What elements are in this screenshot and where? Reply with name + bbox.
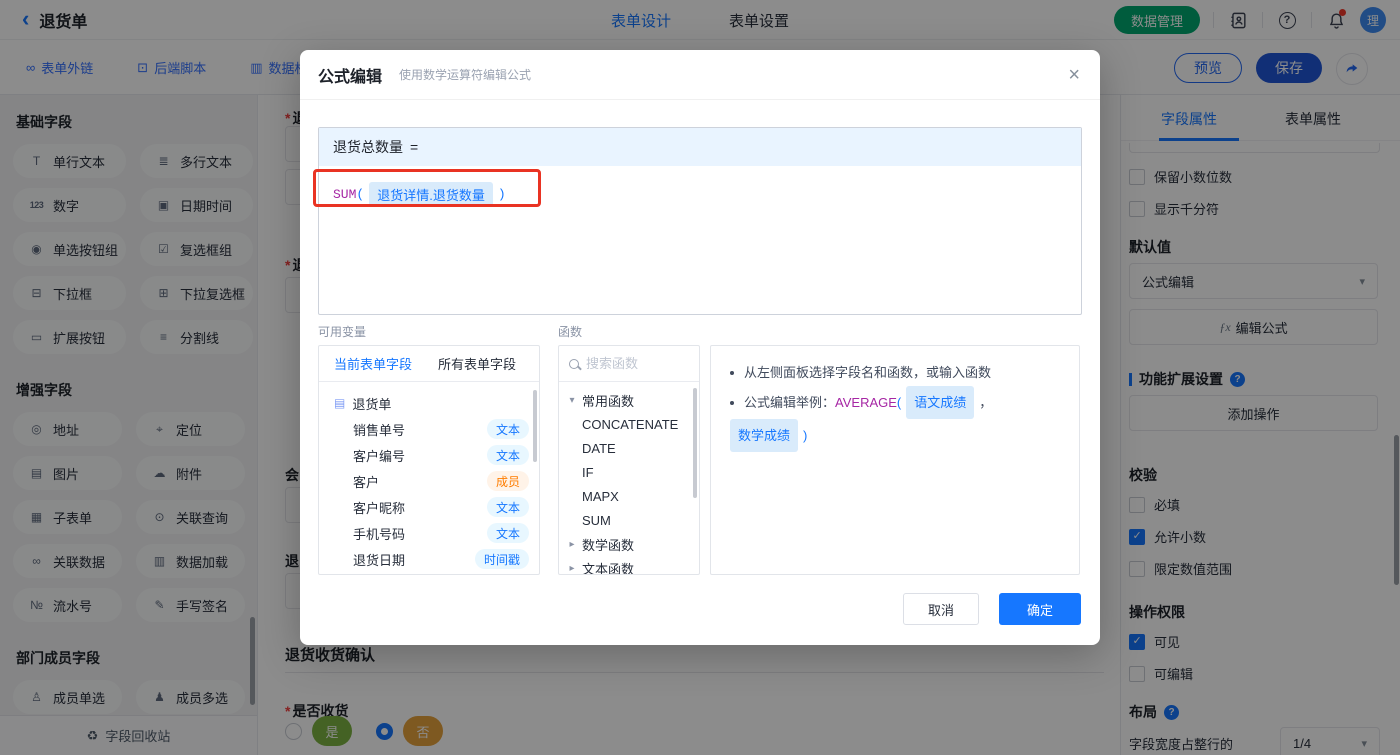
function-group-label: 常用函数 [582, 393, 635, 409]
function-search-input[interactable] [586, 356, 689, 371]
function-item[interactable]: IF [559, 460, 699, 484]
tree-open-icon: ▾ [569, 394, 575, 406]
tab-all-form-fields[interactable]: 所有表单字段 [438, 354, 516, 373]
variables-label: 可用变量 [318, 325, 367, 339]
example-field-token: 语文成绩 [906, 386, 975, 419]
tree-root-form[interactable]: ▤ 退货单 [319, 390, 539, 416]
modal-title: 公式编辑 [318, 68, 383, 86]
tree-closed-icon: ▸ [569, 562, 575, 574]
variable-name: 客户编号 [353, 448, 406, 464]
form-designer-page: ‹ 退货单 表单设计 表单设置 数据管理 ? 理 ∞ 表单外链 ⊡ 后端脚本 ▥… [0, 0, 1400, 755]
variables-scrollbar-thumb[interactable] [533, 390, 537, 462]
function-item[interactable]: MAPX [559, 484, 699, 508]
tip-line-2: 公式编辑举例： AVERAGE ( 语文成绩 ， 数学成绩 ) [725, 386, 1065, 452]
formula-function-name: SUM [333, 187, 357, 202]
tree-root-label: 退货单 [352, 396, 392, 412]
formula-equals: = [410, 139, 419, 155]
search-icon [569, 358, 579, 369]
variable-row[interactable]: 手机号码 文本 [319, 520, 539, 546]
variable-name: 销售单号 [353, 422, 406, 438]
paren-close: ) [497, 187, 506, 202]
confirm-button[interactable]: 确定 [999, 593, 1081, 625]
example-field-token: 数学成绩 [730, 419, 799, 452]
variable-row[interactable]: 客户编号 文本 [319, 442, 539, 468]
function-item[interactable]: DATE [559, 436, 699, 460]
formula-expression[interactable]: SUM ( 退货详情.退货数量 ) [319, 166, 1081, 223]
type-tag: 文本 [486, 497, 529, 517]
function-group-common[interactable]: ▾ 常用函数 [559, 388, 699, 412]
form-doc-icon: ▤ [334, 396, 346, 410]
formula-target: 退货总数量 [333, 139, 403, 155]
functions-tree: ▾ 常用函数 CONCATENATE DATE IF MAPX SUM ▸ 数学函数… [559, 382, 699, 575]
type-tag: 文本 [486, 445, 529, 465]
function-search[interactable] [559, 346, 699, 382]
variable-row[interactable]: 销售单号 文本 [319, 416, 539, 442]
variable-row[interactable]: 退货日期 时间戳 [319, 546, 539, 572]
function-group-label: 文本函数 [582, 561, 635, 575]
tip-text: 公式编辑举例： [744, 395, 836, 410]
formula-field-token[interactable]: 退货详情.退货数量 [369, 182, 493, 207]
type-tag: 时间戳 [474, 549, 529, 569]
functions-scrollbar-thumb[interactable] [693, 388, 697, 498]
close-icon[interactable]: × [1068, 65, 1080, 85]
type-tag: 文本 [486, 419, 529, 439]
function-group-math[interactable]: ▸ 数学函数 [559, 532, 699, 556]
tip-line-1: 从左侧面板选择字段名和函数，或输入函数 [725, 359, 1065, 386]
modal-subtitle: 使用数学运算符编辑公式 [399, 68, 532, 82]
formula-editor-box[interactable]: 退货总数量 = SUM ( 退货详情.退货数量 ) [313, 127, 1082, 315]
example-function-name: AVERAGE [835, 395, 897, 410]
paren-close: ) [803, 428, 808, 443]
function-group-text[interactable]: ▸ 文本函数 [559, 556, 699, 575]
variable-name: 退货日期 [353, 552, 406, 568]
comma: ， [979, 395, 993, 410]
variable-row[interactable]: 客户昵称 文本 [319, 494, 539, 520]
variable-name: 客户 [353, 474, 380, 490]
modal-header: 公式编辑 使用数学运算符编辑公式 × [300, 50, 1100, 100]
formula-target-band: 退货总数量 = [319, 128, 1081, 166]
type-tag: 成员 [486, 471, 529, 491]
variables-tabs: 当前表单字段 所有表单字段 [319, 346, 539, 382]
function-group-label: 数学函数 [582, 537, 635, 553]
bullet-icon [730, 400, 734, 405]
function-item[interactable]: CONCATENATE [559, 412, 699, 436]
paren-open: ( [896, 395, 902, 410]
bullet-icon [730, 370, 734, 375]
formula-editor-modal: 公式编辑 使用数学运算符编辑公式 × 退货总数量 = SUM ( 退货详情.退货… [300, 50, 1100, 645]
paren-open: ( [356, 187, 365, 202]
functions-label: 函数 [558, 325, 583, 339]
variable-row-clipped [319, 572, 539, 574]
tab-current-form-fields[interactable]: 当前表单字段 [334, 354, 412, 373]
function-item[interactable]: SUM [559, 508, 699, 532]
variable-row[interactable]: 客户 成员 [319, 468, 539, 494]
variable-name: 客户昵称 [353, 500, 406, 516]
variable-name: 手机号码 [353, 526, 406, 542]
variables-panel: 当前表单字段 所有表单字段 ▤ 退货单 销售单号 文本 客户编号 文本 客户 成员 客… [318, 345, 540, 575]
cancel-button[interactable]: 取消 [903, 593, 979, 625]
type-tag: 文本 [486, 523, 529, 543]
tree-closed-icon: ▸ [569, 538, 575, 550]
tip-text: 从左侧面板选择字段名和函数，或输入函数 [744, 365, 992, 380]
variables-tree: ▤ 退货单 销售单号 文本 客户编号 文本 客户 成员 客户昵称 文本 手机号码 文本 退… [319, 382, 539, 574]
tips-panel: 从左侧面板选择字段名和函数，或输入函数 公式编辑举例： AVERAGE ( 语文… [710, 345, 1080, 575]
functions-panel: ▾ 常用函数 CONCATENATE DATE IF MAPX SUM ▸ 数学函数… [558, 345, 700, 575]
